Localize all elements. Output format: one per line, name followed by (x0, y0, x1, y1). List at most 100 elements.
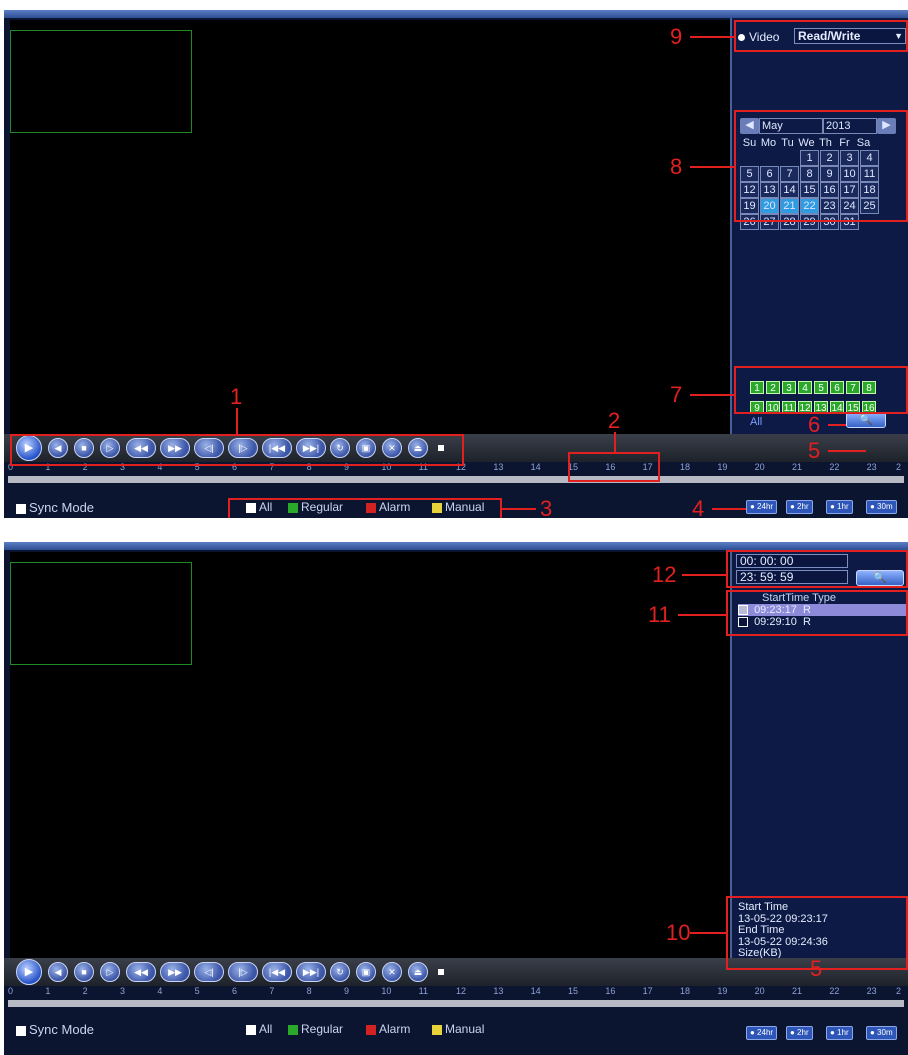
bottom-options: Sync Mode All Regular Alarm Manual ● 24h… (4, 1020, 908, 1044)
filter-alarm[interactable]: Alarm (366, 1022, 410, 1036)
timeline-tick-label: 19 (717, 986, 728, 996)
next-frame-button[interactable]: |▷ (228, 962, 258, 982)
sync-mode-checkbox[interactable]: Sync Mode (16, 500, 94, 515)
timeline-tick-label: 23 (866, 462, 877, 472)
timeline-track[interactable] (8, 476, 904, 483)
previous-frame-button[interactable]: ◁| (194, 962, 224, 982)
timeline-tick-label: 0 (8, 986, 14, 996)
video-viewport[interactable] (10, 20, 730, 438)
filter-alarm-label: Alarm (379, 1022, 411, 1036)
range-button-1hr[interactable]: ● 1hr (826, 1026, 853, 1040)
check-icon (366, 1024, 376, 1035)
callout-10: 10 (666, 920, 691, 945)
callout-2: 2 (608, 408, 621, 433)
callout-box-7 (734, 366, 908, 414)
callout-line-2 (614, 432, 616, 452)
camera-frame[interactable] (10, 30, 192, 133)
callout-box-1 (10, 434, 464, 466)
filter-all-label: All (259, 1022, 273, 1036)
timeline[interactable]: 0 1 2 3 4 5 6 7 8 9 10 11 12 13 14 15 16 17 18 19 20 21 22 23 2 (4, 462, 908, 490)
window-title-bar (4, 542, 908, 550)
timeline-tick-label: 18 (680, 986, 691, 996)
callout-3: 3 (540, 496, 553, 519)
timeline-tick-label: 10 (381, 986, 392, 996)
timeline-tick-label: 20 (754, 462, 765, 472)
callout-box-12 (726, 550, 908, 588)
timeline-tick-label: 9 (344, 986, 350, 996)
range-button-2hr[interactable]: ● 2hr (786, 500, 813, 514)
callout-line-3 (502, 508, 536, 510)
callout-box-2 (568, 452, 660, 482)
callout-1: 1 (230, 384, 243, 409)
camera-frame[interactable] (10, 562, 192, 665)
play-button[interactable]: ▶ (16, 959, 42, 985)
range-button-1hr[interactable]: ● 1hr (826, 500, 853, 514)
dvr-playback-panel-bottom: 00: 00: 00 23: 59: 59 🔍 StartTime Type 0… (4, 542, 908, 1055)
range-button-24hr[interactable]: ● 24hr (746, 500, 778, 514)
callout-line-9 (690, 36, 734, 38)
callout-6: 6 (808, 412, 821, 437)
slow-forward-button[interactable]: ▷ (100, 962, 120, 982)
callout-line-5 (830, 968, 866, 970)
range-button-24hr[interactable]: ● 24hr (746, 1026, 778, 1040)
loop-button[interactable]: ↻ (330, 962, 350, 982)
filter-regular[interactable]: Regular (288, 1022, 343, 1036)
timeline-track[interactable] (8, 1000, 904, 1007)
timeline-tick-label: 6 (232, 986, 238, 996)
timeline-tick-label: 7 (269, 986, 275, 996)
status-indicator (438, 969, 444, 975)
timeline-tick-label: 23 (866, 986, 877, 996)
timeline-tick-label: 1 (45, 986, 51, 996)
timeline-tick-label: 20 (754, 986, 765, 996)
check-icon (246, 1024, 256, 1035)
sync-mode-checkbox[interactable]: Sync Mode (16, 1022, 94, 1037)
callout-line-5 (828, 450, 866, 452)
range-button-2hr[interactable]: ● 2hr (786, 1026, 813, 1040)
timeline-tick-label: 14 (530, 462, 541, 472)
fast-backward-button[interactable]: ◀◀ (126, 962, 156, 982)
timeline-tick-label: 21 (792, 462, 803, 472)
search-icon: 🔍 (859, 414, 873, 426)
timeline-tick-label: 13 (493, 986, 504, 996)
next-file-button[interactable]: ▶▶| (296, 962, 326, 982)
stop-button[interactable]: ■ (74, 962, 94, 982)
callout-7: 7 (670, 382, 683, 407)
timeline-tick-label: 8 (306, 986, 312, 996)
previous-file-button[interactable]: |◀◀ (262, 962, 292, 982)
callout-line-12 (682, 574, 726, 576)
checkbox-icon (16, 1025, 26, 1036)
callout-line-6 (828, 424, 846, 426)
sync-mode-label: Sync Mode (29, 1022, 95, 1037)
timeline-tick-label: 4 (157, 986, 163, 996)
timeline-tick-label: 12 (456, 986, 467, 996)
dvr-playback-panel-top: Video Read/Write ▼ ◀ May 2013 ▶ Su Mo Tu We… (4, 10, 908, 518)
clip-button[interactable]: ✕ (382, 962, 402, 982)
callout-12: 12 (652, 562, 677, 587)
callout-line-10 (690, 932, 726, 934)
timeline-tick-label: 5 (194, 986, 200, 996)
timeline-tick-label: 15 (568, 986, 579, 996)
callout-4: 4 (692, 496, 705, 519)
timeline-tick-label: 22 (829, 462, 840, 472)
search-button[interactable]: 🔍 (846, 412, 886, 428)
callout-line-8 (690, 166, 734, 168)
callout-box-9 (734, 20, 908, 52)
check-icon (288, 1024, 298, 1035)
slow-backward-button[interactable]: ◀ (48, 962, 68, 982)
backup-button[interactable]: ⏏ (408, 962, 428, 982)
timeline-tick-label: 18 (680, 462, 691, 472)
callout-line-11 (678, 614, 726, 616)
range-button-30m[interactable]: ● 30m (866, 1026, 897, 1040)
range-button-30m[interactable]: ● 30m (866, 500, 897, 514)
filter-manual[interactable]: Manual (432, 1022, 484, 1036)
filter-regular-label: Regular (301, 1022, 344, 1036)
callout-line-7 (690, 394, 734, 396)
fullscreen-button[interactable]: ▣ (356, 962, 376, 982)
timeline[interactable]: 0 1 2 3 4 5 6 7 8 9 10 11 12 13 14 15 16 17 18 19 20 21 22 23 2 (4, 986, 908, 1014)
filter-all[interactable]: All (246, 1022, 272, 1036)
timeline-tick-label: 13 (493, 462, 504, 472)
callout-8: 8 (670, 154, 683, 179)
fast-forward-button[interactable]: ▶▶ (160, 962, 190, 982)
timeline-tick-label: 14 (530, 986, 541, 996)
video-viewport[interactable] (10, 552, 730, 962)
